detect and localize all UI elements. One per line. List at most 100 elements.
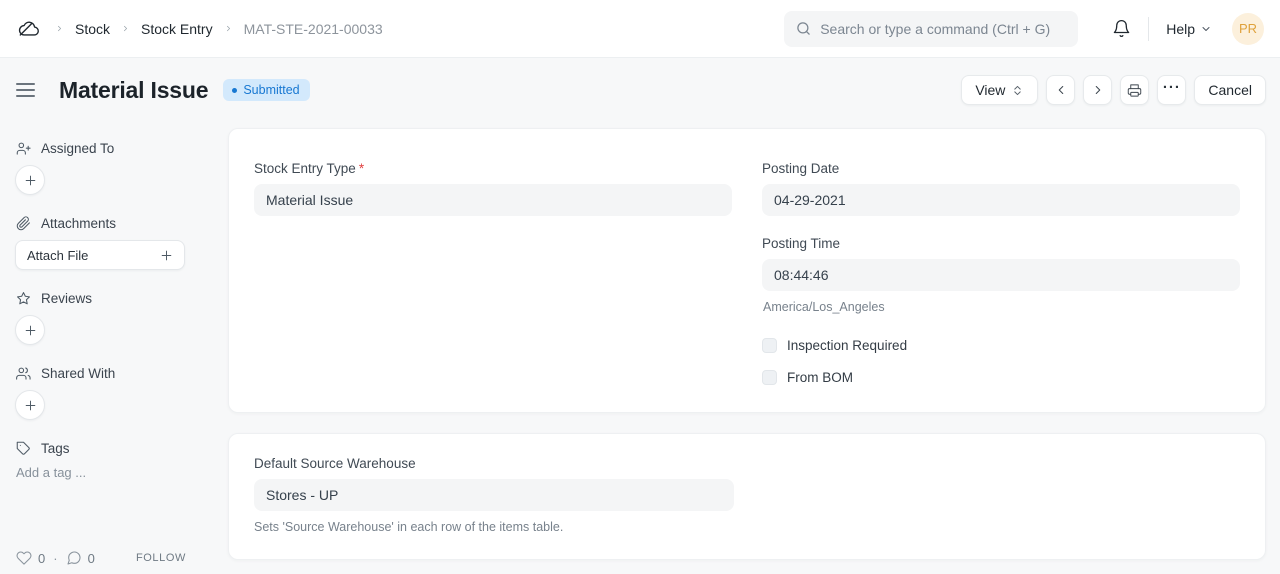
assigned-to-label: Assigned To bbox=[41, 141, 114, 156]
reviews-label: Reviews bbox=[41, 291, 92, 306]
paperclip-icon bbox=[16, 216, 31, 231]
more-options-button[interactable]: ··· bbox=[1157, 75, 1186, 105]
page-header: Material Issue Submitted View ··· Cancel bbox=[0, 58, 1280, 117]
navbar-divider bbox=[1148, 17, 1149, 41]
follow-button[interactable]: FOLLOW bbox=[136, 552, 186, 564]
details-card: Stock Entry Type* Posting Date Posting T… bbox=[228, 128, 1266, 413]
stock-entry-type-label: Stock Entry Type* bbox=[254, 161, 732, 176]
print-button[interactable] bbox=[1120, 75, 1149, 105]
timezone-note: America/Los_Angeles bbox=[763, 300, 1240, 314]
heart-icon[interactable] bbox=[16, 550, 32, 566]
from-bom-label: From BOM bbox=[787, 370, 853, 385]
header-actions: View ··· Cancel bbox=[961, 75, 1266, 105]
chevron-right-icon bbox=[110, 24, 141, 33]
add-share-button[interactable] bbox=[15, 390, 45, 420]
search-icon bbox=[796, 21, 811, 36]
users-icon bbox=[16, 366, 31, 381]
default-source-warehouse-label: Default Source Warehouse bbox=[254, 456, 734, 471]
breadcrumb-stock[interactable]: Stock bbox=[75, 21, 110, 37]
chevron-down-icon bbox=[1200, 23, 1212, 35]
footer-separator: · bbox=[51, 551, 59, 566]
star-icon bbox=[16, 291, 31, 306]
stock-entry-type-input[interactable] bbox=[254, 184, 732, 216]
comments-count: 0 bbox=[88, 551, 95, 566]
posting-date-label: Posting Date bbox=[762, 161, 1240, 176]
help-label: Help bbox=[1166, 21, 1195, 37]
from-bom-checkbox-row[interactable]: From BOM bbox=[762, 370, 1240, 385]
status-label: Submitted bbox=[243, 83, 299, 97]
attach-file-label: Attach File bbox=[27, 248, 88, 263]
inspection-required-label: Inspection Required bbox=[787, 338, 907, 353]
default-source-warehouse-field: Default Source Warehouse bbox=[254, 456, 734, 511]
top-navbar: Stock Stock Entry MAT-STE-2021-00033 Hel… bbox=[0, 0, 1280, 58]
attachments-section: Attachments Attach File bbox=[16, 213, 212, 270]
plus-icon bbox=[24, 399, 37, 412]
assigned-to-heading: Assigned To bbox=[16, 138, 212, 158]
shared-with-label: Shared With bbox=[41, 366, 115, 381]
chevron-left-icon bbox=[1054, 83, 1068, 97]
printer-icon bbox=[1127, 83, 1142, 98]
page-title: Material Issue bbox=[43, 77, 208, 104]
shared-with-heading: Shared With bbox=[16, 363, 212, 383]
warehouse-card: Default Source Warehouse Sets 'Source Wa… bbox=[228, 433, 1266, 560]
attachments-label: Attachments bbox=[41, 216, 116, 231]
add-assignment-button[interactable] bbox=[15, 165, 45, 195]
chevron-right-icon bbox=[1091, 83, 1105, 97]
attachments-heading: Attachments bbox=[16, 213, 212, 233]
default-source-warehouse-input[interactable] bbox=[254, 479, 734, 511]
right-column: Posting Date Posting Time America/Los_An… bbox=[762, 161, 1240, 385]
help-menu[interactable]: Help bbox=[1166, 21, 1212, 37]
user-avatar[interactable]: PR bbox=[1232, 13, 1264, 45]
reviews-section: Reviews bbox=[16, 288, 212, 345]
sidebar-footer: 0 · 0 FOLLOW bbox=[16, 550, 186, 566]
content-area: Assigned To Attachments Attach File Revi… bbox=[0, 117, 1280, 560]
likes-count: 0 bbox=[38, 551, 45, 566]
shared-with-section: Shared With bbox=[16, 363, 212, 420]
required-marker: * bbox=[359, 161, 364, 176]
sidebar-toggle-menu-icon[interactable] bbox=[16, 79, 35, 101]
posting-time-label: Posting Time bbox=[762, 236, 1240, 251]
posting-time-input[interactable] bbox=[762, 259, 1240, 291]
next-document-button[interactable] bbox=[1083, 75, 1112, 105]
stock-entry-type-field: Stock Entry Type* bbox=[254, 161, 732, 216]
add-tag-input[interactable]: Add a tag ... bbox=[16, 465, 212, 480]
reviews-heading: Reviews bbox=[16, 288, 212, 308]
plus-icon bbox=[24, 174, 37, 187]
breadcrumb-stock-entry[interactable]: Stock Entry bbox=[141, 21, 213, 37]
document-sidebar: Assigned To Attachments Attach File Revi… bbox=[0, 117, 228, 498]
chevron-right-icon bbox=[213, 24, 244, 33]
assigned-to-section: Assigned To bbox=[16, 138, 212, 195]
posting-date-field: Posting Date bbox=[762, 161, 1240, 216]
breadcrumb: Stock Stock Entry MAT-STE-2021-00033 bbox=[44, 21, 383, 37]
left-column: Stock Entry Type* bbox=[254, 161, 732, 385]
ellipsis-icon: ··· bbox=[1163, 80, 1181, 101]
sort-chevrons-icon bbox=[1011, 84, 1024, 97]
status-badge: Submitted bbox=[223, 79, 309, 101]
tag-icon bbox=[16, 441, 31, 456]
inspection-required-checkbox[interactable] bbox=[762, 338, 777, 353]
tags-label: Tags bbox=[41, 441, 70, 456]
previous-document-button[interactable] bbox=[1046, 75, 1075, 105]
view-button-label: View bbox=[975, 82, 1005, 98]
form-body: Stock Entry Type* Posting Date Posting T… bbox=[228, 128, 1266, 560]
breadcrumb-current-doc: MAT-STE-2021-00033 bbox=[244, 21, 383, 37]
cancel-button[interactable]: Cancel bbox=[1194, 75, 1266, 105]
inspection-required-checkbox-row[interactable]: Inspection Required bbox=[762, 338, 1240, 353]
chevron-right-icon bbox=[44, 24, 75, 33]
view-button[interactable]: View bbox=[961, 75, 1038, 105]
tags-heading: Tags bbox=[16, 438, 212, 458]
tags-section: Tags Add a tag ... bbox=[16, 438, 212, 480]
add-review-button[interactable] bbox=[15, 315, 45, 345]
notifications-bell-icon[interactable] bbox=[1112, 19, 1131, 38]
attach-file-button[interactable]: Attach File bbox=[15, 240, 185, 270]
search-input[interactable] bbox=[820, 21, 1066, 37]
global-search[interactable] bbox=[784, 11, 1078, 47]
default-source-warehouse-description: Sets 'Source Warehouse' in each row of t… bbox=[254, 520, 1240, 534]
from-bom-checkbox[interactable] bbox=[762, 370, 777, 385]
app-logo-icon[interactable] bbox=[16, 17, 44, 41]
posting-date-input[interactable] bbox=[762, 184, 1240, 216]
comment-icon[interactable] bbox=[66, 550, 82, 566]
posting-time-field: Posting Time bbox=[762, 236, 1240, 291]
plus-icon bbox=[160, 249, 173, 262]
plus-icon bbox=[24, 324, 37, 337]
